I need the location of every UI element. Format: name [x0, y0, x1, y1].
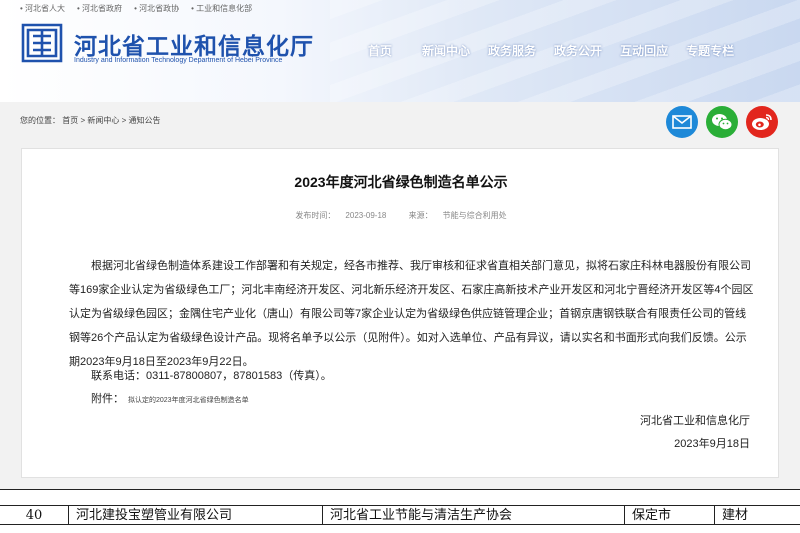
site-header: • 河北省人大 • 河北省政府 • 河北省政协 • 工业和信息化部 河北省工业和…: [0, 0, 800, 102]
toplink-government[interactable]: • 河北省政府: [77, 3, 122, 14]
site-logo-icon[interactable]: [20, 22, 64, 64]
cell-city: 保定市: [624, 506, 714, 525]
nav-services[interactable]: 政务服务: [488, 42, 536, 59]
article-meta: 发布时间： 2023-09-18 来源： 节能与综合利用处: [22, 210, 780, 221]
cell-company: 河北建投宝塑管业有限公司: [68, 506, 322, 525]
nav-public[interactable]: 政务公开: [554, 42, 602, 59]
breadcrumb-news[interactable]: 新闻中心: [87, 116, 119, 125]
site-title[interactable]: 河北省工业和信息化厅: [74, 27, 314, 61]
article-paragraph: 根据河北省绿色制造体系建设工作部署和有关规定，经各市推荐、我厅审核和征求省直相关…: [69, 260, 754, 368]
nav-home[interactable]: 首页: [368, 42, 392, 59]
attachment-label: 附件：: [91, 393, 124, 405]
toplink-cppcc[interactable]: • 河北省政协: [134, 3, 179, 14]
wechat-icon: [712, 114, 733, 131]
mail-icon: [672, 115, 692, 129]
signature-date: 2023年9月18日: [674, 438, 750, 450]
table-row: 40 河北建投宝塑管业有限公司 河北省工业节能与清洁生产协会 保定市 建材: [0, 505, 800, 525]
article-source: 节能与综合利用处: [442, 211, 507, 220]
main-nav: 首页 新闻中心 政务服务 政务公开 互动回应 专题专栏: [368, 42, 752, 59]
contact-text: 联系电话：0311-87800807，87801583（传真）。: [91, 370, 332, 382]
attachment-line: 附件： 拟认定的2023年度河北省绿色制造名单: [69, 390, 249, 406]
nav-topics[interactable]: 专题专栏: [686, 42, 734, 59]
publish-date: 2023-09-18: [345, 211, 387, 220]
top-links: • 河北省人大 • 河北省政府 • 河北省政协 • 工业和信息化部: [20, 3, 252, 14]
article-body: 根据河北省绿色制造体系建设工作部署和有关规定，经各市推荐、我厅审核和征求省直相关…: [69, 254, 757, 374]
site-subtitle: Industry and Information Technology Depa…: [74, 57, 283, 64]
signature-org: 河北省工业和信息化厅: [640, 415, 750, 427]
weibo-icon: [752, 114, 772, 130]
attachment-link[interactable]: 拟认定的2023年度河北省绿色制造名单: [128, 397, 249, 404]
cell-recommender: 河北省工业节能与清洁生产协会: [322, 506, 624, 525]
cell-industry: 建材: [714, 506, 800, 525]
nav-interaction[interactable]: 互动回应: [620, 42, 668, 59]
contact-line: 联系电话：0311-87800807，87801583（传真）。: [69, 367, 332, 383]
article-card: 2023年度河北省绿色制造名单公示 发布时间： 2023-09-18 来源： 节能与…: [21, 148, 779, 478]
share-wechat-button[interactable]: [706, 106, 738, 138]
share-mail-button[interactable]: [666, 106, 698, 138]
breadcrumb-notices[interactable]: 通知公告: [129, 116, 161, 125]
nav-news[interactable]: 新闻中心: [422, 42, 470, 59]
cell-no: 40: [25, 508, 43, 523]
breadcrumb-separator: >: [121, 116, 129, 125]
share-buttons: [666, 106, 778, 138]
article-title: 2023年度河北省绿色制造名单公示: [294, 174, 508, 190]
source-label: 来源：: [408, 211, 433, 220]
date-label: 发布时间：: [295, 211, 336, 220]
toplink-miit[interactable]: • 工业和信息化部: [191, 3, 252, 14]
breadcrumb-home[interactable]: 首页: [62, 116, 78, 125]
toplink-npc[interactable]: • 河北省人大: [20, 3, 65, 14]
share-weibo-button[interactable]: [746, 106, 778, 138]
breadcrumb: 您的位置： 首页 > 新闻中心 > 通知公告: [20, 115, 161, 126]
attachment-table-preview: 40 河北建投宝塑管业有限公司 河北省工业节能与清洁生产协会 保定市 建材: [0, 489, 800, 533]
breadcrumb-prefix: 您的位置：: [20, 116, 60, 125]
